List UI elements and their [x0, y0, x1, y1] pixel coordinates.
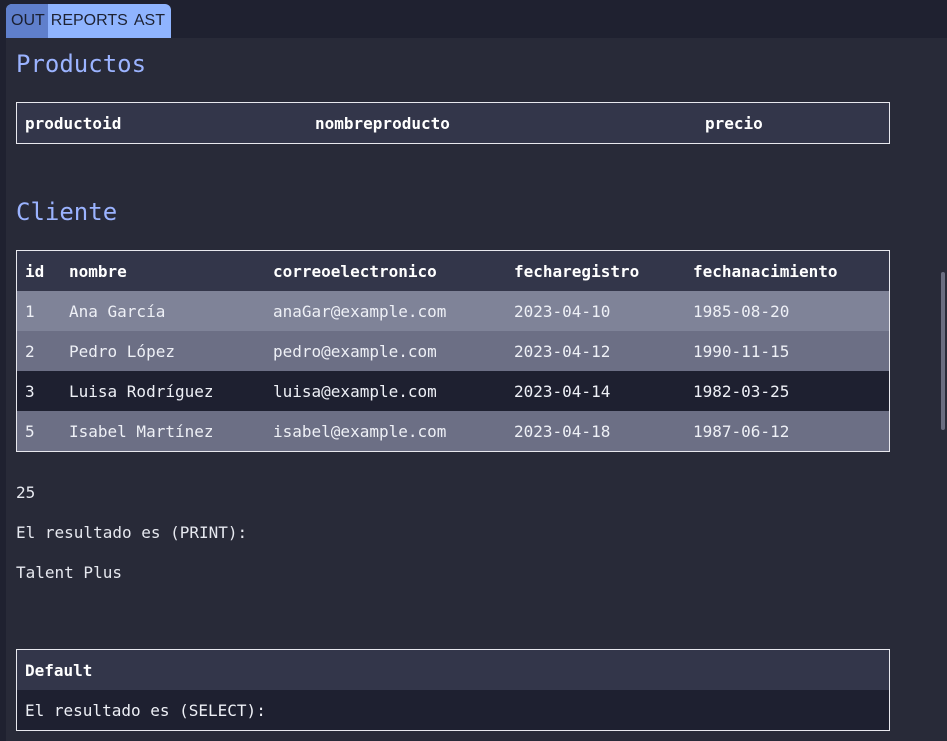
productos-table: productoid nombreproducto precio [16, 102, 890, 144]
table-cell: 5 [25, 421, 35, 441]
column-header: nombre [69, 261, 127, 281]
column-header: productoid [25, 113, 122, 133]
table-cell: pedro@example.com [273, 341, 437, 361]
table-header: Default [17, 650, 889, 690]
default-table: Default El resultado es (SELECT): [16, 649, 890, 731]
table-cell: 2 [25, 341, 35, 361]
output-line: 25 [16, 483, 36, 502]
table-cell: 1987-06-12 [693, 421, 790, 441]
table-row: 1 Ana García anaGar@example.com 2023-04-… [17, 291, 889, 331]
column-header: correoelectronico [273, 261, 437, 281]
table-cell: 2023-04-12 [514, 341, 611, 361]
column-header: Default [25, 660, 93, 680]
tab-out[interactable]: OUT [6, 4, 48, 38]
table-cell: isabel@example.com [273, 421, 447, 441]
table-cell: 2023-04-18 [514, 421, 611, 441]
column-header: nombreproducto [315, 113, 450, 133]
table-row: 5 Isabel Martínez isabel@example.com 202… [17, 411, 889, 451]
table-cell: 1 [25, 301, 35, 321]
vertical-scrollbar[interactable] [941, 272, 945, 430]
table-row: El resultado es (SELECT): [17, 690, 889, 730]
output-line: El resultado es (PRINT): [16, 523, 248, 542]
table-cell: 1982-03-25 [693, 381, 790, 401]
table-row: 2 Pedro López pedro@example.com 2023-04-… [17, 331, 889, 371]
column-header: precio [705, 113, 763, 133]
table-cell: 1985-08-20 [693, 301, 790, 321]
table-cell: 1990-11-15 [693, 341, 790, 361]
table-header: id nombre correoelectronico fecharegistr… [17, 251, 889, 291]
column-header: fecharegistro [514, 261, 640, 281]
table-cell: Luisa Rodríguez [69, 381, 214, 401]
column-header: fechanacimiento [693, 261, 838, 281]
table-cell: Pedro López [69, 341, 175, 361]
table-cell: 3 [25, 381, 35, 401]
tab-reports[interactable]: REPORTS [48, 4, 131, 38]
table-header: productoid nombreproducto precio [17, 103, 889, 143]
table-row: 3 Luisa Rodríguez luisa@example.com 2023… [17, 371, 889, 411]
table-cell: 2023-04-14 [514, 381, 611, 401]
tab-bar: OUT REPORTS AST [6, 4, 171, 38]
tab-ast[interactable]: AST [131, 4, 171, 38]
output-line: Talent Plus [16, 563, 122, 582]
table-cell: luisa@example.com [273, 381, 437, 401]
table-cell: Isabel Martínez [69, 421, 214, 441]
column-header: id [25, 261, 45, 281]
cliente-table: id nombre correoelectronico fecharegistr… [16, 250, 890, 452]
cliente-title: Cliente [16, 198, 118, 226]
output-panel: Productos productoid nombreproducto prec… [6, 38, 947, 741]
table-cell: Ana García [69, 301, 166, 321]
table-cell: anaGar@example.com [273, 301, 447, 321]
productos-title: Productos [16, 50, 147, 78]
table-cell: 2023-04-10 [514, 301, 611, 321]
table-cell: El resultado es (SELECT): [25, 700, 266, 720]
